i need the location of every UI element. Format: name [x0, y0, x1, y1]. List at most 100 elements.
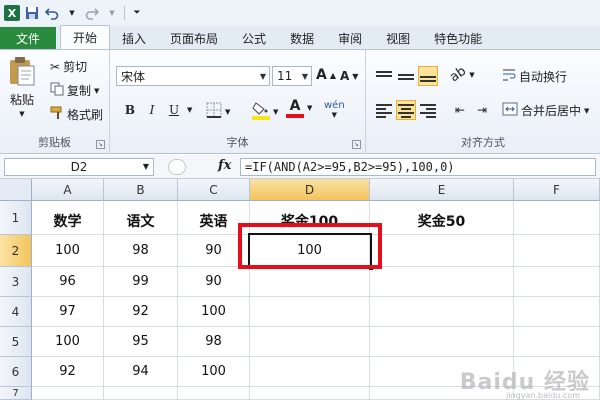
row-header-2[interactable]: 2	[0, 235, 32, 267]
column-header-a[interactable]: A	[32, 179, 104, 201]
row-header-7[interactable]: 7	[0, 387, 32, 400]
font-dialog-launcher[interactable]: ↘	[352, 140, 361, 149]
column-header-f[interactable]: F	[514, 179, 600, 201]
cell-a7[interactable]	[32, 387, 104, 400]
insert-function-icon[interactable]: fx	[218, 158, 231, 173]
formula-input[interactable]: =IF(AND(A2>=95,B2>=95),100,0)	[240, 158, 596, 176]
decrease-indent-button[interactable]: ⇤	[450, 100, 470, 120]
cell-d3[interactable]	[250, 267, 370, 297]
font-name-combo[interactable]: 宋体 ▼	[116, 66, 270, 86]
cell-d5[interactable]	[250, 327, 370, 357]
tab-formulas[interactable]: 公式	[230, 27, 278, 49]
bold-button[interactable]: B	[120, 100, 140, 120]
borders-button[interactable]: ▼	[206, 102, 230, 121]
cell-b6[interactable]: 94	[104, 357, 178, 387]
font-size-combo[interactable]: 11 ▼	[272, 66, 312, 86]
column-header-c[interactable]: C	[178, 179, 250, 201]
shrink-font-label: A	[340, 69, 350, 83]
cell-a6[interactable]: 92	[32, 357, 104, 387]
formula-bar-resize-handle[interactable]	[168, 159, 186, 175]
cell-a5[interactable]: 100	[32, 327, 104, 357]
fill-color-button[interactable]: ▼	[252, 100, 278, 123]
cell-b2[interactable]: 98	[104, 235, 178, 267]
cell-a2[interactable]: 100	[32, 235, 104, 267]
cell-b5[interactable]: 95	[104, 327, 178, 357]
grow-font-button[interactable]: A ▲	[316, 67, 336, 83]
cell-b3[interactable]: 99	[104, 267, 178, 297]
increase-indent-button[interactable]: ⇥	[472, 100, 492, 120]
cell-a1[interactable]: 数学	[32, 201, 104, 235]
tab-view[interactable]: 视图	[374, 27, 422, 49]
row-header-3[interactable]: 3	[0, 267, 32, 297]
align-center-button[interactable]	[396, 100, 416, 120]
align-middle-button[interactable]	[396, 66, 416, 86]
name-box[interactable]: D2 ▼	[4, 158, 154, 176]
chevron-down-icon[interactable]: ▼	[104, 5, 120, 21]
orientation-button[interactable]: ab ▼	[447, 64, 474, 86]
align-bottom-button[interactable]	[418, 66, 438, 86]
cell-b4[interactable]: 92	[104, 297, 178, 327]
select-all-corner[interactable]	[0, 179, 32, 201]
name-box-value: D2	[70, 160, 88, 174]
clipboard-dialog-launcher[interactable]: ↘	[96, 140, 105, 149]
worksheet[interactable]: A B C D E F 1 2 3 4 5 6 7 数学 语文 英语 奖金100…	[0, 179, 600, 400]
wrap-text-button[interactable]: 自动换行	[502, 68, 567, 85]
cell-a4[interactable]: 97	[32, 297, 104, 327]
tab-home[interactable]: 开始	[60, 25, 111, 49]
customize-toolbar-icon[interactable]: ⏷	[129, 5, 145, 21]
cut-button[interactable]: ✂ 剪切	[50, 58, 87, 75]
cell-e4[interactable]	[370, 297, 514, 327]
cell-e2[interactable]	[370, 235, 514, 267]
cell-c4[interactable]: 100	[178, 297, 250, 327]
font-color-button[interactable]: A ▼	[286, 98, 312, 118]
align-right-button[interactable]	[418, 100, 438, 120]
cell-b7[interactable]	[104, 387, 178, 400]
cell-d4[interactable]	[250, 297, 370, 327]
cell-c3[interactable]: 90	[178, 267, 250, 297]
cell-f2[interactable]	[514, 235, 600, 267]
row-header-6[interactable]: 6	[0, 357, 32, 387]
paste-button[interactable]: 粘贴 ▼	[8, 56, 36, 118]
row-header-1[interactable]: 1	[0, 201, 32, 235]
copy-button[interactable]: 复制 ▼	[50, 82, 99, 99]
undo-icon[interactable]	[44, 5, 60, 21]
cell-c6[interactable]: 100	[178, 357, 250, 387]
shrink-font-button[interactable]: A ▼	[340, 69, 358, 83]
format-painter-button[interactable]: 格式刷	[50, 106, 103, 123]
cell-c5[interactable]: 98	[178, 327, 250, 357]
redo-icon[interactable]	[84, 5, 100, 21]
cell-e1[interactable]: 奖金50	[370, 201, 514, 235]
cell-e3[interactable]	[370, 267, 514, 297]
cell-b1[interactable]: 语文	[104, 201, 178, 235]
underline-button[interactable]: U ▼	[164, 100, 192, 120]
column-header-d[interactable]: D	[250, 179, 370, 201]
italic-button[interactable]: I	[142, 100, 162, 120]
cell-e5[interactable]	[370, 327, 514, 357]
column-header-e[interactable]: E	[370, 179, 514, 201]
tab-review[interactable]: 审阅	[326, 27, 374, 49]
cell-c7[interactable]	[178, 387, 250, 400]
cell-a3[interactable]: 96	[32, 267, 104, 297]
cell-d7[interactable]	[250, 387, 370, 400]
font-color-letter: A	[289, 98, 301, 114]
save-icon[interactable]	[24, 5, 40, 21]
align-top-button[interactable]	[374, 66, 394, 86]
cell-f3[interactable]	[514, 267, 600, 297]
merge-center-button[interactable]: 合并后居中 ▼	[502, 102, 589, 119]
tab-special-features[interactable]: 特色功能	[422, 27, 494, 49]
cell-f1[interactable]	[514, 201, 600, 235]
cell-f5[interactable]	[514, 327, 600, 357]
align-left-button[interactable]	[374, 100, 394, 120]
phonetic-button[interactable]: wén ▼	[324, 100, 345, 119]
cell-f4[interactable]	[514, 297, 600, 327]
chevron-down-icon[interactable]: ▼	[64, 5, 80, 21]
tab-page-layout[interactable]: 页面布局	[158, 27, 230, 49]
column-header-b[interactable]: B	[104, 179, 178, 201]
tab-insert[interactable]: 插入	[110, 27, 158, 49]
align-right-icon	[418, 100, 438, 120]
tab-data[interactable]: 数据	[278, 27, 326, 49]
cell-d6[interactable]	[250, 357, 370, 387]
row-header-4[interactable]: 4	[0, 297, 32, 327]
tab-file[interactable]: 文件	[0, 27, 56, 49]
row-header-5[interactable]: 5	[0, 327, 32, 357]
